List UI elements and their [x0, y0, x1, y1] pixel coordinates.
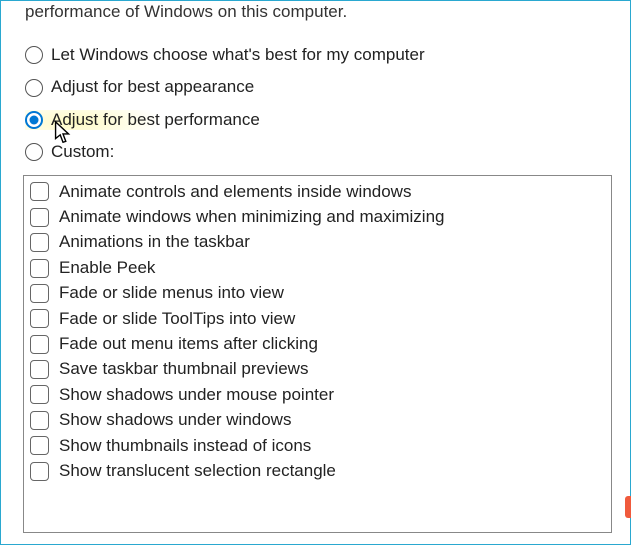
- checkbox-icon: [30, 182, 49, 201]
- option-label: Animate windows when minimizing and maxi…: [59, 207, 445, 227]
- radio-icon: [25, 79, 43, 97]
- cursor-icon: [53, 120, 73, 146]
- checkbox-icon: [30, 335, 49, 354]
- radio-let-windows-choose[interactable]: Let Windows choose what's best for my co…: [25, 45, 612, 65]
- radio-icon: [25, 143, 43, 161]
- checkbox-icon: [30, 462, 49, 481]
- option-translucent-selection[interactable]: Show translucent selection rectangle: [30, 459, 605, 484]
- option-thumbnails-icons[interactable]: Show thumbnails instead of icons: [30, 434, 605, 459]
- checkbox-icon: [30, 436, 49, 455]
- effects-checkbox-list: Animate controls and elements inside win…: [23, 175, 612, 533]
- checkbox-icon: [30, 309, 49, 328]
- radio-custom[interactable]: Custom:: [25, 142, 612, 162]
- radio-label: Adjust for best performance: [51, 110, 260, 130]
- radio-label: Let Windows choose what's best for my co…: [51, 45, 425, 65]
- visual-effects-radio-group: Let Windows choose what's best for my co…: [25, 45, 612, 163]
- accent-indicator: [625, 496, 631, 518]
- option-label: Show shadows under mouse pointer: [59, 385, 334, 405]
- option-animate-controls[interactable]: Animate controls and elements inside win…: [30, 180, 605, 205]
- checkbox-icon: [30, 385, 49, 404]
- option-save-thumbnails[interactable]: Save taskbar thumbnail previews: [30, 357, 605, 382]
- option-label: Fade or slide ToolTips into view: [59, 309, 295, 329]
- option-label: Animate controls and elements inside win…: [59, 182, 411, 202]
- option-label: Show shadows under windows: [59, 410, 291, 430]
- option-label: Fade or slide menus into view: [59, 283, 284, 303]
- checkbox-icon: [30, 360, 49, 379]
- checkbox-icon: [30, 233, 49, 252]
- option-animations-taskbar[interactable]: Animations in the taskbar: [30, 230, 605, 255]
- option-enable-peek[interactable]: Enable Peek: [30, 256, 605, 281]
- option-fade-menuitems[interactable]: Fade out menu items after clicking: [30, 332, 605, 357]
- radio-icon: [25, 111, 43, 129]
- radio-icon: [25, 46, 43, 64]
- option-fade-tooltips[interactable]: Fade or slide ToolTips into view: [30, 307, 605, 332]
- option-label: Animations in the taskbar: [59, 232, 250, 252]
- checkbox-icon: [30, 259, 49, 278]
- option-label: Enable Peek: [59, 258, 155, 278]
- option-label: Save taskbar thumbnail previews: [59, 359, 308, 379]
- checkbox-icon: [30, 411, 49, 430]
- radio-best-performance[interactable]: Adjust for best performance: [25, 110, 612, 130]
- radio-best-appearance[interactable]: Adjust for best appearance: [25, 77, 612, 97]
- intro-text: performance of Windows on this computer.: [25, 1, 612, 23]
- checkbox-icon: [30, 208, 49, 227]
- option-shadows-windows[interactable]: Show shadows under windows: [30, 408, 605, 433]
- checkbox-icon: [30, 284, 49, 303]
- option-label: Show thumbnails instead of icons: [59, 436, 311, 456]
- option-label: Fade out menu items after clicking: [59, 334, 318, 354]
- option-label: Show translucent selection rectangle: [59, 461, 336, 481]
- radio-label: Adjust for best appearance: [51, 77, 254, 97]
- option-animate-windows[interactable]: Animate windows when minimizing and maxi…: [30, 205, 605, 230]
- option-shadows-pointer[interactable]: Show shadows under mouse pointer: [30, 383, 605, 408]
- option-fade-menus[interactable]: Fade or slide menus into view: [30, 281, 605, 306]
